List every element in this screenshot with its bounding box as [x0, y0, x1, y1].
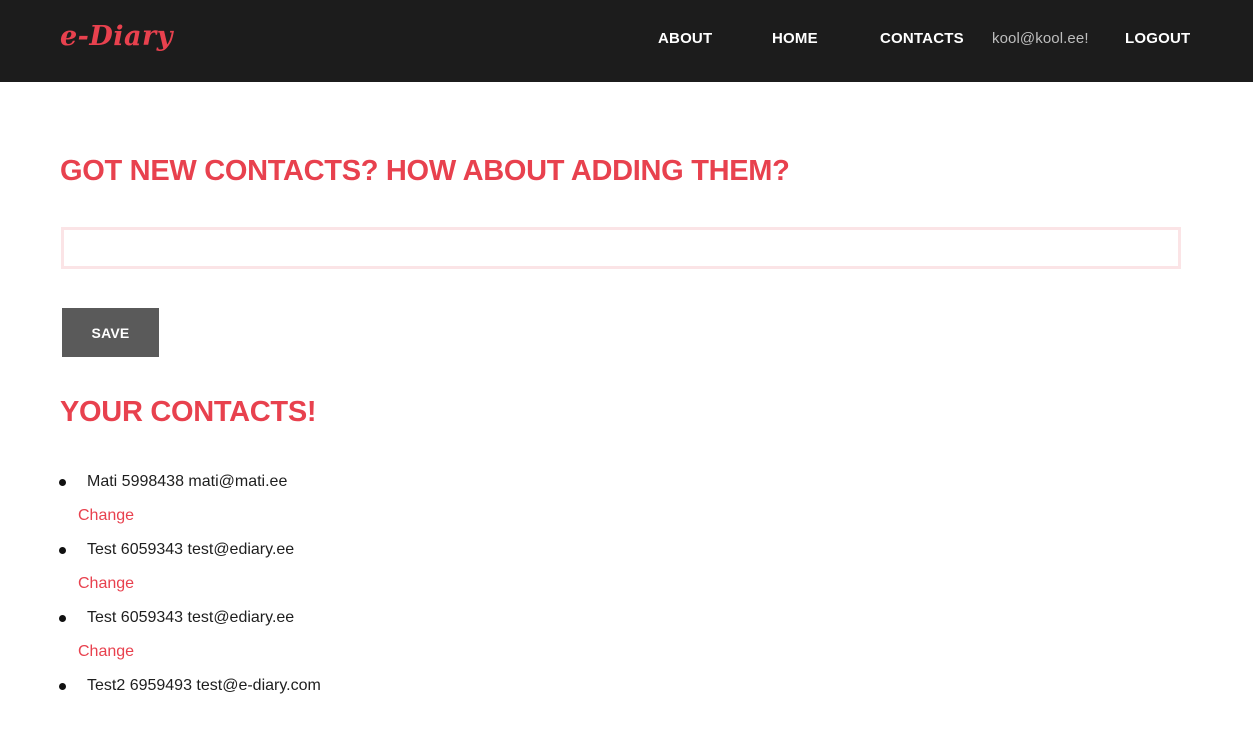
- bullet-icon: [59, 615, 66, 622]
- top-navbar: e-Diary ABOUT HOME CONTACTS kool@kool.ee…: [0, 0, 1253, 82]
- contact-item: Test 6059343 test@ediary.ee Change: [0, 606, 1253, 674]
- bullet-icon: [59, 479, 66, 486]
- contact-item: Test2 6959493 test@e-diary.com: [0, 674, 1253, 742]
- contact-text: Test2 6959493 test@e-diary.com: [87, 677, 321, 694]
- add-contacts-heading: GOT NEW CONTACTS? HOW ABOUT ADDING THEM?: [60, 155, 790, 187]
- nav-link-home[interactable]: HOME: [772, 30, 818, 47]
- bullet-icon: [59, 547, 66, 554]
- brand-logo[interactable]: e-Diary: [60, 21, 173, 52]
- contact-text: Mati 5998438 mati@mati.ee: [87, 473, 288, 490]
- new-contact-input[interactable]: [61, 227, 1181, 269]
- bullet-icon: [59, 683, 66, 690]
- nav-link-contacts[interactable]: CONTACTS: [880, 30, 964, 47]
- contact-text: Test 6059343 test@ediary.ee: [87, 609, 295, 626]
- contact-item: Test 6059343 test@ediary.ee Change: [0, 538, 1253, 606]
- change-contact-link[interactable]: Change: [78, 643, 134, 661]
- change-contact-link[interactable]: Change: [78, 575, 134, 593]
- logout-link[interactable]: LOGOUT: [1125, 30, 1190, 47]
- contact-text: Test 6059343 test@ediary.ee: [87, 541, 295, 558]
- contact-item: Mati 5998438 mati@mati.ee Change: [0, 470, 1253, 538]
- save-button[interactable]: SAVE: [62, 308, 159, 357]
- your-contacts-heading: YOUR CONTACTS!: [60, 396, 317, 428]
- contact-list: Mati 5998438 mati@mati.ee Change Test 60…: [0, 470, 1253, 742]
- nav-link-about[interactable]: ABOUT: [658, 30, 712, 47]
- change-contact-link[interactable]: Change: [78, 507, 134, 525]
- user-email: kool@kool.ee!: [992, 30, 1089, 47]
